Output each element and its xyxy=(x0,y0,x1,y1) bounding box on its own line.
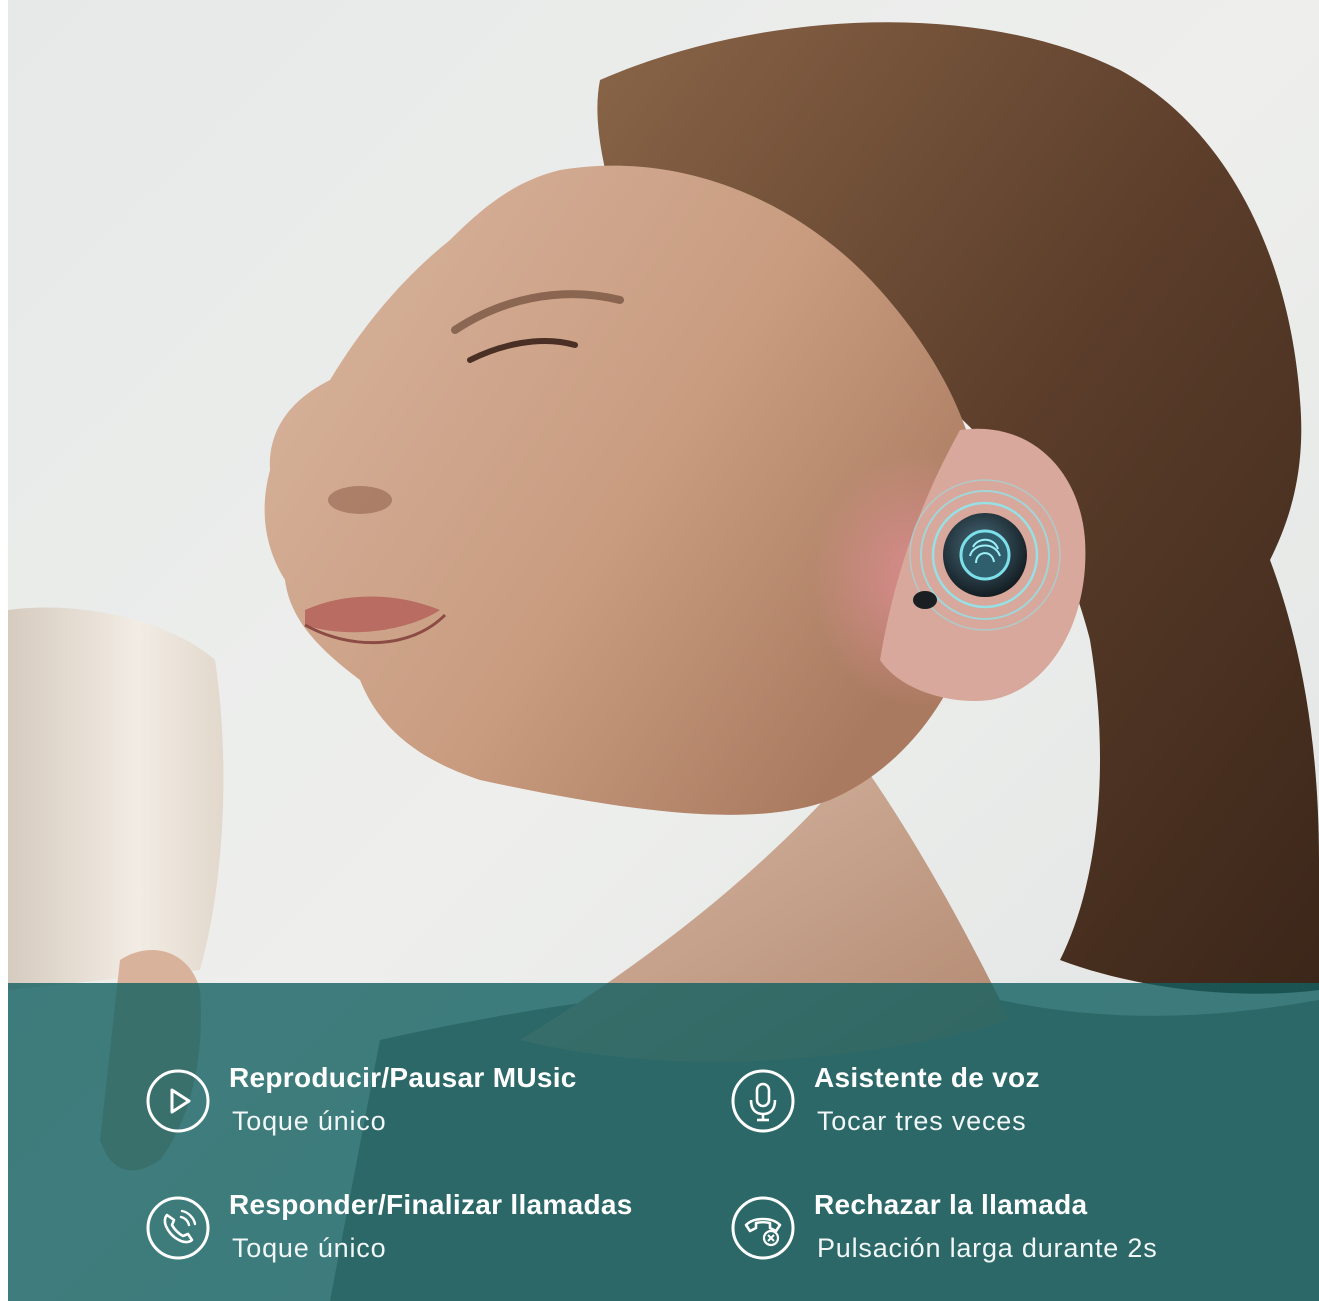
microphone-icon xyxy=(731,1069,795,1133)
feature-title: Rechazar la llamada xyxy=(814,1189,1088,1220)
phone-call-icon xyxy=(146,1196,210,1260)
feature-subtitle: Toque único xyxy=(232,1106,387,1136)
play-icon xyxy=(146,1069,210,1133)
feature-title: Responder/Finalizar llamadas xyxy=(229,1189,633,1220)
feature-subtitle: Pulsación larga durante 2s xyxy=(817,1233,1158,1263)
feature-subtitle: Toque único xyxy=(232,1233,387,1263)
feature-title: Asistente de voz xyxy=(814,1062,1040,1093)
reject-call-icon xyxy=(731,1196,795,1260)
feature-title: Reproducir/Pausar MUsic xyxy=(229,1062,577,1093)
feature-subtitle: Tocar tres veces xyxy=(817,1106,1027,1136)
product-image: Reproducir/Pausar MUsic Toque único Asis… xyxy=(0,0,1319,1301)
